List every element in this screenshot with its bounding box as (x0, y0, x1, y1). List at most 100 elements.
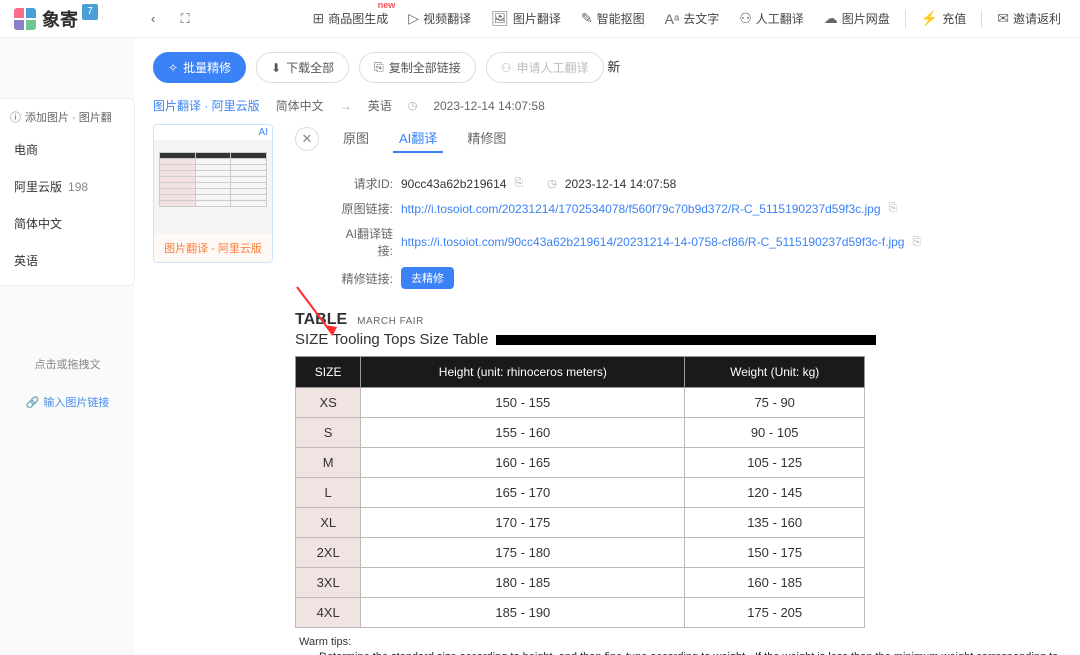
cell-weight: 160 - 185 (685, 568, 865, 598)
link-icon: 🔗 (26, 396, 40, 409)
raw-link-label: 原图链接: (331, 200, 393, 217)
warm-tips-title: Warm tips: (299, 636, 351, 648)
left-item-3[interactable]: 英语 (0, 242, 134, 279)
thumbnail-card[interactable]: AI 图片翻译 - 阿里云版 (153, 124, 273, 263)
thumbnail-label: 图片翻译 - 阿里云版 (154, 234, 272, 262)
req-id-value: 90cc43a62b219614 (401, 177, 506, 191)
cell-height: 185 - 190 (361, 598, 685, 628)
warm-tip-line: Determine the standard size according to… (299, 650, 1062, 655)
top-header: 象寄 7 ‹ ⛶ ⊞商品图生成new▷视频翻译🖼图片翻译✎智能抠图Aᵃ去文字⚇人… (0, 0, 1080, 38)
main-area: ✧批量精修 ⬇下载全部 ⎘复制全部链接 ⚇申请人工翻译 新 图片翻译 · 阿里云… (135, 38, 1080, 655)
download-all-button[interactable]: ⬇下载全部 (256, 52, 349, 83)
raw-link[interactable]: http://i.tosoiot.com/20231214/1702534078… (401, 202, 881, 216)
tab-ai[interactable]: AI翻译 (393, 124, 443, 153)
cell-weight: 75 - 90 (685, 388, 865, 418)
cell-size: XL (296, 508, 361, 538)
table-row: XL170 - 175135 - 160 (296, 508, 865, 538)
close-icon[interactable]: ✕ (295, 127, 319, 151)
tab-icon: ⊞ (313, 10, 325, 27)
top-tab-8[interactable]: ✉邀请返利 (988, 0, 1070, 38)
req-id-label: 请求ID: (331, 175, 393, 192)
cell-weight: 175 - 205 (685, 598, 865, 628)
batch-refine-button[interactable]: ✧批量精修 (153, 52, 246, 83)
cell-size: L (296, 478, 361, 508)
ai-link[interactable]: https://i.tosoiot.com/90cc43a62b219614/2… (401, 235, 904, 249)
req-time: 2023-12-14 14:07:58 (565, 177, 676, 191)
top-tab-0[interactable]: ⊞商品图生成new (304, 0, 398, 38)
top-tab-6[interactable]: ☁图片网盘 (815, 0, 899, 38)
back-icon[interactable]: ‹ (142, 8, 164, 30)
cell-size: S (296, 418, 361, 448)
table-row: XS150 - 15575 - 90 (296, 388, 865, 418)
detail-col: ✕ 原图 AI翻译 精修图 请求ID: 90cc43a62b219614 ⎘ ◷… (273, 124, 1062, 655)
brand[interactable]: 象寄 7 (0, 6, 112, 32)
tab-icon: ✎ (581, 10, 593, 27)
copy-icon[interactable]: ⎘ (514, 177, 523, 190)
tab-icon: ⚡ (921, 10, 938, 27)
tab-raw[interactable]: 原图 (337, 124, 375, 153)
tab-label: 去文字 (683, 10, 719, 27)
to-lang: 英语 (368, 97, 392, 114)
table-col-header: Height (unit: rhinoceros meters) (361, 357, 685, 388)
cell-weight: 150 - 175 (685, 538, 865, 568)
detail-tab-row: ✕ 原图 AI翻译 精修图 (295, 124, 1062, 161)
refine-link-label: 精修链接: (331, 270, 393, 287)
left-sidebar: ⓘ添加图片 · 图片翻 电商阿里云版198简体中文英语 点击或拖拽文 🔗输入图片… (0, 38, 135, 655)
left-item-2[interactable]: 简体中文 (0, 205, 134, 242)
top-tabs: ⊞商品图生成new▷视频翻译🖼图片翻译✎智能抠图Aᵃ去文字⚇人工翻译☁图片网盘⚡… (304, 0, 1080, 38)
from-lang: 简体中文 (276, 97, 324, 114)
thumbnail-preview (154, 140, 272, 234)
cell-size: XS (296, 388, 361, 418)
top-tab-5[interactable]: ⚇人工翻译 (730, 0, 813, 38)
size-table: SIZEHeight (unit: rhinoceros meters)Weig… (295, 356, 865, 628)
table-col-header: SIZE (296, 357, 361, 388)
left-item-0[interactable]: 电商 (0, 131, 134, 168)
brand-logo-icon (14, 8, 36, 30)
tab-label: 邀请返利 (1013, 10, 1061, 27)
copy-icon[interactable]: ⎘ (912, 236, 921, 249)
top-tab-1[interactable]: ▷视频翻译 (399, 0, 480, 38)
new-badge: 新 (607, 60, 620, 75)
cell-height: 155 - 160 (361, 418, 685, 448)
table-subtitle: SIZE Tooling Tops Size Table (295, 331, 488, 348)
warm-tips: Warm tips: Determine the standard size a… (295, 628, 1062, 655)
link-input-hint[interactable]: 🔗输入图片链接 (0, 382, 135, 422)
table-row: M160 - 165105 - 125 (296, 448, 865, 478)
clock-icon: ◷ (547, 177, 557, 190)
ai-tag: AI (154, 125, 272, 140)
copy-links-button[interactable]: ⎘复制全部链接 (359, 52, 476, 83)
brand-name: 象寄 (42, 6, 78, 32)
apply-human-button[interactable]: ⚇申请人工翻译 (486, 52, 604, 83)
tab-label: 视频翻译 (423, 10, 471, 27)
table-row: 3XL180 - 185160 - 185 (296, 568, 865, 598)
table-title-sub: MARCH FAIR (357, 316, 424, 327)
nav-icons: ‹ ⛶ (132, 8, 206, 30)
tab-icon: ⚇ (739, 10, 752, 27)
thumbnail-col: AI 图片翻译 - 阿里云版 (153, 124, 273, 655)
top-tab-4[interactable]: Aᵃ去文字 (656, 0, 729, 38)
cell-size: 3XL (296, 568, 361, 598)
drop-zone[interactable]: 点击或拖拽文 (0, 346, 135, 382)
left-item-1[interactable]: 阿里云版198 (0, 168, 134, 205)
top-tab-2[interactable]: 🖼图片翻译 (482, 0, 570, 38)
tab-icon: Aᵃ (665, 11, 680, 27)
tab-refined[interactable]: 精修图 (461, 124, 512, 153)
copy-icon[interactable]: ⎘ (889, 202, 898, 215)
cell-height: 165 - 170 (361, 478, 685, 508)
cell-height: 150 - 155 (361, 388, 685, 418)
title-bar (496, 335, 876, 345)
table-row: 4XL185 - 190175 - 205 (296, 598, 865, 628)
top-tab-7[interactable]: ⚡充值 (912, 0, 975, 38)
cell-weight: 120 - 145 (685, 478, 865, 508)
tab-icon: 🖼 (491, 10, 509, 27)
service-name: 图片翻译 · 阿里云版 (153, 97, 260, 114)
cell-size: M (296, 448, 361, 478)
top-tab-3[interactable]: ✎智能抠图 (572, 0, 654, 38)
tab-icon: ☁ (824, 10, 838, 27)
cell-weight: 135 - 160 (685, 508, 865, 538)
refine-button[interactable]: 去精修 (401, 267, 454, 289)
fullscreen-icon[interactable]: ⛶ (174, 8, 196, 30)
cell-size: 2XL (296, 538, 361, 568)
person-icon: ⚇ (501, 61, 512, 75)
tab-label: 图片翻译 (513, 10, 561, 27)
